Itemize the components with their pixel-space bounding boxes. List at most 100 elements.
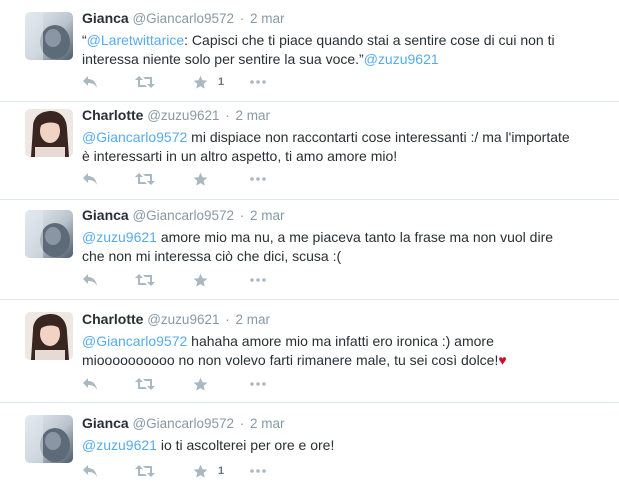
- reply-button[interactable]: [82, 374, 98, 394]
- favorite-button[interactable]: [193, 374, 218, 394]
- separator-dot: ·: [225, 312, 230, 327]
- author-username[interactable]: @Giancarlo9572: [132, 416, 234, 431]
- reply-button[interactable]: [82, 461, 98, 481]
- tweet-timestamp[interactable]: 2 mar: [250, 208, 285, 223]
- retweet-button[interactable]: [135, 270, 155, 290]
- more-button[interactable]: [250, 270, 266, 290]
- more-button[interactable]: [250, 72, 266, 92]
- author-username[interactable]: @zuzu9621: [147, 108, 219, 123]
- retweet-button[interactable]: [135, 72, 155, 92]
- more-icon: [250, 469, 266, 473]
- favorite-button[interactable]: 1: [193, 461, 224, 481]
- favorite-button[interactable]: 1: [193, 72, 224, 92]
- tweet-text: @Giancarlo9572 mi dispiace non raccontar…: [82, 128, 605, 166]
- separator-dot: ·: [225, 108, 230, 123]
- user-avatar[interactable]: [25, 12, 73, 60]
- reply-button[interactable]: [82, 270, 98, 290]
- tweet-actions: [82, 270, 342, 290]
- tweet-text: @zuzu9621 amore mio ma nu, a me piaceva …: [82, 228, 605, 266]
- tweet-text: @zuzu9621 io ti ascolterei per ore e ore…: [82, 436, 605, 455]
- tweet-actions: [82, 374, 342, 394]
- tweet-timestamp[interactable]: 2 mar: [236, 312, 271, 327]
- favorite-button[interactable]: [193, 270, 218, 290]
- retweet-icon: [135, 173, 155, 185]
- more-icon: [250, 278, 266, 282]
- favorite-count: 1: [218, 465, 225, 477]
- reply-button[interactable]: [82, 169, 98, 189]
- star-icon: [193, 464, 208, 478]
- mention-link[interactable]: @zuzu9621: [82, 229, 157, 245]
- more-button[interactable]: [250, 374, 266, 394]
- tweet-text-line: @zuzu9621 io ti ascolterei per ore e ore…: [82, 436, 605, 455]
- tweet-timestamp[interactable]: 2 mar: [250, 416, 285, 431]
- text-segment: io ti ascolterei per ore e ore!: [156, 437, 335, 453]
- favorite-count: 1: [218, 76, 225, 88]
- text-segment: che non mi interessa ciò che dici, scusa…: [82, 248, 342, 264]
- tweet-timestamp[interactable]: 2 mar: [250, 11, 285, 26]
- tweet-header: Gianca @Giancarlo9572 · 2 mar: [82, 9, 605, 27]
- more-button[interactable]: [250, 461, 266, 481]
- reply-button[interactable]: [82, 72, 98, 92]
- author-username[interactable]: @zuzu9621: [147, 312, 219, 327]
- text-segment: mi dispiace non raccontarti cose interes…: [187, 129, 570, 145]
- retweet-button[interactable]: [135, 374, 155, 394]
- reply-icon: [83, 465, 97, 477]
- author-name[interactable]: Gianca: [82, 10, 129, 26]
- tweet-text: “@Laretwittarice: Capisci che ti piace q…: [82, 31, 605, 69]
- tweet-header: Charlotte @zuzu9621 · 2 mar: [82, 106, 605, 124]
- tweet-text-line: “@Laretwittarice: Capisci che ti piace q…: [82, 31, 605, 50]
- user-avatar[interactable]: [25, 415, 73, 463]
- more-icon: [250, 177, 266, 181]
- tweet: Gianca @Giancarlo9572 · 2 mar @zuzu9621 …: [0, 403, 619, 488]
- user-avatar[interactable]: [25, 109, 73, 157]
- mention-link[interactable]: @Giancarlo9572: [82, 333, 187, 349]
- star-icon: [193, 75, 208, 89]
- text-segment: amore mio ma nu, a me piaceva tanto la f…: [156, 229, 554, 245]
- reply-icon: [83, 76, 97, 88]
- tweet-actions: 1: [82, 72, 342, 92]
- separator-dot: ·: [239, 208, 245, 223]
- user-avatar[interactable]: [25, 312, 73, 360]
- text-segment: : Capisci che ti piace quando stai a sen…: [184, 32, 555, 48]
- favorite-button[interactable]: [193, 169, 218, 189]
- tweet: Charlotte @zuzu9621 · 2 mar @Giancarlo95…: [0, 300, 619, 403]
- tweet: Gianca @Giancarlo9572 · 2 mar “@Laretwit…: [0, 0, 619, 102]
- tweet-header: Gianca @Giancarlo9572 · 2 mar: [82, 414, 605, 432]
- tweet-header: Gianca @Giancarlo9572 · 2 mar: [82, 206, 605, 224]
- star-icon: [193, 172, 208, 186]
- retweet-icon: [135, 465, 155, 477]
- author-name[interactable]: Charlotte: [82, 107, 143, 123]
- reply-icon: [83, 173, 97, 185]
- author-name[interactable]: Gianca: [82, 415, 129, 431]
- tweet-text-line: @zuzu9621 amore mio ma nu, a me piaceva …: [82, 228, 605, 247]
- tweet-text-line: mioooooooooo no non volevo farti rimaner…: [82, 351, 605, 370]
- retweet-button[interactable]: [135, 169, 155, 189]
- author-username[interactable]: @Giancarlo9572: [132, 208, 234, 223]
- separator-dot: ·: [239, 11, 245, 26]
- tweet-text-line: @Giancarlo9572 mi dispiace non raccontar…: [82, 128, 605, 147]
- author-name[interactable]: Charlotte: [82, 311, 143, 327]
- tweet-actions: [82, 169, 342, 189]
- author-name[interactable]: Gianca: [82, 207, 129, 223]
- user-avatar[interactable]: [25, 210, 73, 258]
- tweet-text-line: @Giancarlo9572 hahaha amore mio ma infat…: [82, 332, 605, 351]
- text-segment: hahaha amore mio ma infatti ero ironica …: [187, 333, 494, 349]
- tweet-timestamp[interactable]: 2 mar: [236, 108, 271, 123]
- tweet-text-line: è interessarti in un altro aspetto, ti a…: [82, 147, 605, 166]
- reply-icon: [83, 274, 97, 286]
- retweet-button[interactable]: [135, 461, 155, 481]
- author-username[interactable]: @Giancarlo9572: [132, 11, 234, 26]
- mention-link[interactable]: @Giancarlo9572: [82, 129, 187, 145]
- retweet-icon: [135, 76, 155, 88]
- more-icon: [250, 80, 266, 84]
- tweet-text: @Giancarlo9572 hahaha amore mio ma infat…: [82, 332, 605, 370]
- reply-icon: [83, 378, 97, 390]
- mention-link[interactable]: @zuzu9621: [364, 51, 439, 67]
- more-button[interactable]: [250, 169, 266, 189]
- separator-dot: ·: [239, 416, 245, 431]
- mention-link[interactable]: @zuzu9621: [82, 437, 157, 453]
- tweet-text-line: che non mi interessa ciò che dici, scusa…: [82, 247, 605, 266]
- tweet-timeline: Gianca @Giancarlo9572 · 2 mar “@Laretwit…: [0, 0, 619, 488]
- mention-link[interactable]: @Laretwittarice: [87, 32, 184, 48]
- star-icon: [193, 273, 208, 287]
